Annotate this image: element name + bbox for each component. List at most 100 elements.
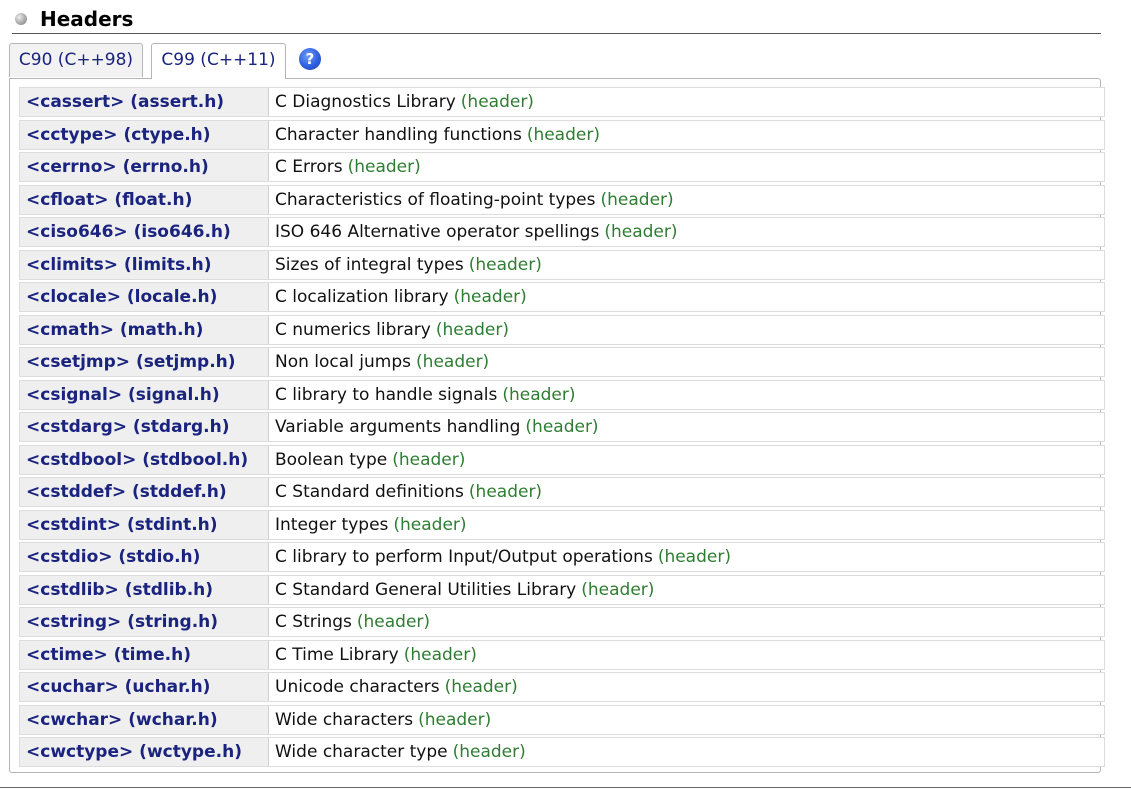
page: Headers C90 (C++98) C99 (C++11) ? <casse… — [0, 0, 1131, 790]
header-link[interactable]: <cstdint> (stdint.h) — [26, 515, 218, 535]
header-description-cell: Unicode characters (header) — [275, 673, 518, 701]
header-kind: (header) — [444, 677, 518, 697]
header-description: Sizes of integral types — [275, 254, 464, 275]
header-name-cell: <cctype> (ctype.h) — [20, 120, 269, 149]
header-description: ISO 646 Alternative operator spellings — [275, 222, 600, 242]
table-row: <cmath> (math.h) C numerics library (heade… — [19, 314, 1105, 345]
header-link[interactable]: <cerrno> (errno.h) — [26, 157, 209, 177]
table-row: <csetjmp> (setjmp.h) Non local jumps (head… — [19, 347, 1105, 377]
header-name-cell: <cstdint> (stdint.h) — [20, 510, 269, 539]
header-name-cell: <cmath> (math.h) — [20, 315, 269, 344]
header-name-cell: <cstdlib> (stdlib.h) — [20, 575, 269, 604]
header-kind: (header) — [452, 742, 526, 762]
table-row: <cassert> (assert.h) C Diagnostics Librar… — [19, 87, 1105, 117]
tab-c99[interactable]: C99 (C++11) — [151, 43, 286, 79]
header-link[interactable]: <cwchar> (wchar.h) — [26, 710, 218, 730]
header-kind: (header) — [356, 612, 431, 632]
table-row: <ciso646> (iso646.h) ISO 646 Alternative … — [19, 217, 1105, 247]
table-row: <cstdint> (stdint.h) Integer types (header… — [19, 509, 1105, 540]
help-icon[interactable]: ? — [299, 48, 321, 70]
table-row: <cerrno> (errno.h) C Errors (header) — [19, 152, 1105, 182]
header-link[interactable]: <cuchar> (uchar.h) — [26, 677, 210, 697]
header-link[interactable]: <cstddef> (stddef.h) — [26, 482, 227, 502]
header-name-cell: <csignal> (signal.h) — [20, 380, 269, 409]
divider — [0, 787, 1131, 788]
header-link[interactable]: <clocale> (locale.h) — [26, 287, 217, 307]
header-description-cell: ISO 646 Alternative operator spellings (h… — [275, 218, 677, 246]
header-description: C library to perform Input/Output operat… — [275, 547, 653, 567]
header-description: C Time Library — [275, 644, 399, 665]
header-description: Wide characters — [275, 709, 414, 730]
header-link[interactable]: <ctime> (time.h) — [26, 645, 191, 665]
header-description-cell: Characteristics of floating-point types(… — [275, 186, 674, 214]
header-link[interactable]: <cstring> (string.h) — [26, 612, 218, 632]
header-description-cell: Character handling functions (header) — [275, 121, 600, 149]
header-description: Non local jumps — [275, 352, 412, 372]
header-description: Wide character type — [275, 742, 448, 762]
table-row: <cstdlib> (stdlib.h) C Standard General U… — [19, 574, 1105, 605]
header-link[interactable]: <cstdbool> (stdbool.h) — [26, 450, 248, 470]
table-row: <climits> (limits.h) Sizes of integral ty… — [19, 249, 1105, 280]
header-link[interactable]: <csetjmp> (setjmp.h) — [26, 352, 236, 372]
header-name-cell: <cstdbool> (stdbool.h) — [20, 445, 269, 474]
tab-c90[interactable]: C90 (C++98) — [9, 43, 143, 77]
header-description-cell: C Standard General Utilities Library (hea… — [275, 576, 654, 604]
header-link[interactable]: <csignal> (signal.h) — [26, 385, 220, 405]
header-kind: (header) — [403, 644, 477, 665]
header-description-cell: C Errors (header) — [275, 153, 421, 181]
header-description-cell: C numerics library (header) — [275, 316, 509, 344]
table-row: <cstdbool> (stdbool.h) Boolean type (heade… — [19, 444, 1105, 475]
table-row: <cwchar> (wchar.h) Wide characters (header… — [19, 704, 1105, 735]
header-name-cell: <clocale> (locale.h) — [20, 283, 269, 311]
header-name-cell: <cstdarg> (stdarg.h) — [20, 413, 269, 441]
table-row: <ctime> (time.h) C Time Library (header) — [19, 639, 1105, 670]
table-row: <cstddef> (stddef.h) C Standard definitio… — [19, 477, 1105, 507]
header-link[interactable]: <climits> (limits.h) — [26, 255, 211, 275]
header-description-cell: C Time Library (header) — [275, 641, 477, 669]
header-description: Character handling functions — [275, 124, 522, 145]
header-description-cell: Variable arguments handling (header) — [275, 413, 599, 441]
header-link[interactable]: <cfloat> (float.h) — [26, 190, 192, 210]
header-link[interactable]: <cmath> (math.h) — [26, 320, 203, 340]
header-kind: (header) — [604, 222, 678, 242]
header-kind: (header) — [525, 417, 599, 437]
header-description: C library to handle signals — [275, 384, 498, 405]
table-row: <cstdio> (stdio.h) C library to perform I… — [19, 542, 1105, 572]
header-description: Integer types — [275, 514, 389, 535]
header-description: C Errors — [275, 157, 343, 177]
header-link[interactable]: <cassert> (assert.h) — [26, 92, 224, 112]
header-description-cell: Boolean type (header) — [275, 446, 465, 474]
header-link[interactable]: <cstdio> (stdio.h) — [26, 547, 200, 567]
header-link[interactable]: <cwctype> (wctype.h) — [26, 742, 242, 762]
header-name-cell: <ciso646> (iso646.h) — [20, 218, 269, 246]
header-link[interactable]: <cstdarg> (stdarg.h) — [26, 417, 229, 437]
header-link[interactable]: <ciso646> (iso646.h) — [26, 222, 231, 242]
section-title: Headers — [40, 7, 134, 31]
header-description-cell: Non local jumps (header) — [275, 348, 489, 376]
header-kind: (header) — [416, 352, 490, 372]
header-description-cell: C Diagnostics Library (header) — [275, 88, 534, 116]
header-name-cell: <csetjmp> (setjmp.h) — [20, 348, 269, 376]
table-row: <cwctype> (wctype.h) Wide character type(… — [19, 737, 1105, 767]
header-description: C Strings — [275, 612, 352, 632]
header-link[interactable]: <cctype> (ctype.h) — [26, 125, 211, 145]
header-description: C localization library — [275, 287, 449, 307]
header-description-cell: C Standard definitions (header) — [275, 478, 542, 506]
header-kind: (header) — [347, 157, 421, 177]
header-description: Unicode characters — [275, 677, 440, 697]
header-link[interactable]: <cstdlib> (stdlib.h) — [26, 580, 213, 600]
header-description: Boolean type — [275, 449, 388, 470]
header-description-cell: C library to handle signals (header) — [275, 381, 575, 409]
header-kind: (header) — [453, 287, 527, 307]
section-header: Headers — [12, 6, 1101, 34]
header-description-cell: C Strings (header) — [275, 608, 430, 636]
header-description: C Standard definitions — [275, 482, 464, 502]
header-description-cell: Integer types (header) — [275, 511, 467, 539]
table-row: <cuchar> (uchar.h) Unicode characters (hea… — [19, 672, 1105, 702]
header-name-cell: <cuchar> (uchar.h) — [20, 673, 269, 701]
header-name-cell: <cstdio> (stdio.h) — [20, 543, 269, 571]
header-name-cell: <cwctype> (wctype.h) — [20, 738, 269, 766]
header-description-cell: Wide character type (header) — [275, 738, 526, 766]
header-kind: (header) — [460, 92, 534, 112]
bullet-icon — [15, 13, 27, 25]
